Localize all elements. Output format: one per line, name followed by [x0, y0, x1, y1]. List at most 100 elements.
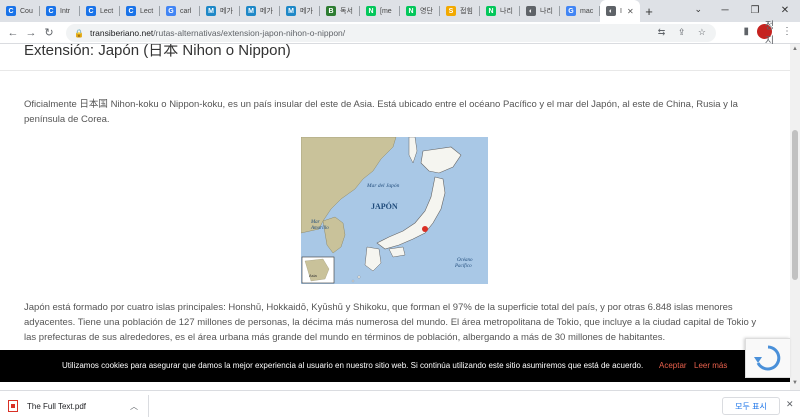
recaptcha-badge[interactable] [745, 338, 790, 378]
globe-icon: ◐ [606, 6, 616, 16]
megastudy-icon: M [206, 6, 216, 16]
inset-label: Asia [309, 273, 318, 278]
naver-icon: N [486, 6, 496, 16]
tab[interactable]: C Lect [80, 0, 120, 22]
downloads-bar: The Full Text.pdf ︿ 모두 표시 ✕ [0, 390, 800, 420]
pdf-file-icon [8, 400, 18, 412]
url-host: transiberiano.net [89, 28, 154, 38]
naver-icon: N [406, 6, 416, 16]
tab-label: Lect [140, 7, 154, 15]
download-file-name: The Full Text.pdf [27, 401, 86, 411]
c-icon: C [86, 6, 96, 16]
tab-label: Intr [60, 7, 71, 15]
tab-label: 독서 [340, 8, 353, 15]
tab[interactable]: B 독서 [320, 0, 360, 22]
tab[interactable]: ◐ 나리 [520, 0, 560, 22]
tab[interactable]: S 접힘 [440, 0, 480, 22]
s-icon: S [446, 6, 456, 16]
page-title: Extensión: Japón (日本 Nihon o Nippon) [24, 44, 291, 59]
google-icon: G [566, 6, 576, 16]
tab-strip: C Cou C Intr C Lect C Lect Gcarl M 메가 M 메가 M 메가 B 독서 N [me… [0, 0, 800, 22]
tab[interactable]: M 메가 [240, 0, 280, 22]
tab[interactable]: M 메가 [200, 0, 240, 22]
share-icon[interactable]: ⇪ [678, 27, 686, 37]
close-window-icon[interactable]: ✕ [770, 0, 800, 22]
lock-icon[interactable]: 🔒 [74, 29, 84, 38]
browser-toolbar: ← → ↻ 🔒 transiberiano.net/rutas-alternat… [0, 21, 800, 47]
tab[interactable]: N 영단 [400, 0, 440, 22]
divider [0, 70, 790, 71]
menu-icon[interactable]: ⋮ [782, 26, 792, 37]
map-label-amarillo-1: Mar [310, 220, 320, 225]
scrollbar-thumb[interactable] [792, 130, 798, 280]
tab[interactable]: Gmac [560, 0, 600, 22]
c-icon: C [126, 6, 136, 16]
profile-avatar[interactable]: 정지 [757, 21, 774, 47]
tab-label: carl [180, 7, 192, 15]
japan-map-image: Asia Mar del Japón JAPÓN Mar Amarillo Oc… [301, 137, 488, 284]
minimize-icon[interactable]: ─ [710, 0, 740, 22]
tab-label: 접힘 [460, 8, 473, 15]
cookie-message: Utilizamos cookies para asegurar que dam… [62, 361, 644, 370]
map-label-sea: Mar del Japón [366, 183, 400, 189]
megastudy-icon: M [246, 6, 256, 16]
intro-paragraph: Oficialmente 日本国 Nihon-koku o Nippon-kok… [24, 99, 738, 125]
toolbar-right: ▮ 정지 ⋮ [733, 21, 792, 47]
show-all-button[interactable]: 모두 표시 [722, 397, 780, 415]
scroll-up-icon[interactable]: ▲ [790, 46, 800, 52]
download-item[interactable]: The Full Text.pdf [8, 396, 148, 416]
page-scrollbar[interactable]: ▲ ▼ [790, 44, 800, 390]
tab[interactable]: C Intr [40, 0, 80, 22]
reload-icon[interactable]: ↻ [40, 26, 58, 39]
tab-search-icon[interactable]: ⌄ [694, 4, 702, 15]
page-content: Extensión: Japón (日本 Nihon o Nippon) Ofi… [0, 44, 790, 350]
bookmark-star-icon[interactable]: ☆ [698, 27, 706, 37]
forward-icon[interactable]: → [22, 27, 40, 39]
divider [148, 395, 149, 417]
scroll-down-icon[interactable]: ▼ [790, 380, 800, 386]
tab-label: Lect [100, 7, 114, 15]
back-icon[interactable]: ← [4, 27, 22, 39]
tab-label: 영단 [420, 8, 433, 15]
accept-cookies-link[interactable]: Aceptar [659, 361, 687, 370]
c-icon: C [6, 6, 16, 16]
tab[interactable]: Gcarl [160, 0, 200, 22]
close-tab-icon[interactable]: ✕ [627, 7, 634, 16]
google-icon: G [166, 6, 176, 16]
profile-label: 정지 [764, 20, 775, 47]
tab-label: Cou [20, 7, 33, 15]
tab[interactable]: C Cou [0, 0, 40, 22]
c-icon: C [46, 6, 56, 16]
map-label-ocean-1: Océano [457, 258, 473, 263]
tab-label: 나리 [500, 8, 513, 15]
tab-label: 메가 [300, 8, 313, 15]
new-tab-button[interactable]: + [640, 4, 658, 19]
map-label-country: JAPÓN [371, 201, 398, 211]
tab[interactable]: N [me [360, 0, 400, 22]
url-path: /rutas-alternativas/extension-japon-niho… [153, 28, 346, 38]
tab-label: 나리 [540, 8, 553, 15]
tab[interactable]: N 나리 [480, 0, 520, 22]
translate-icon[interactable]: ⇆ [658, 27, 666, 37]
tab[interactable]: M 메가 [280, 0, 320, 22]
islands-paragraph: Japón está formado por cuatro islas prin… [24, 302, 757, 343]
globe-icon: ◐ [526, 6, 536, 16]
close-downloads-icon[interactable]: ✕ [786, 399, 794, 410]
megastudy-icon: M [286, 6, 296, 16]
book-icon: B [326, 6, 336, 16]
address-bar[interactable]: 🔒 transiberiano.net/rutas-alternativas/e… [66, 24, 716, 42]
tab-label: 메가 [260, 8, 273, 15]
chevron-up-icon[interactable]: ︿ [130, 401, 138, 412]
cookie-banner: Utilizamos cookies para asegurar que dam… [0, 350, 790, 382]
map-label-ocean-2: Pacífico [454, 264, 472, 269]
tab[interactable]: C Lect [120, 0, 160, 22]
tab-label: mac [580, 7, 594, 15]
tab-label: I [620, 7, 622, 15]
naver-icon: N [366, 6, 376, 16]
window-controls: ─ ❐ ✕ [710, 0, 800, 22]
side-panel-icon[interactable]: ▮ [743, 26, 749, 37]
tab-label: 메가 [220, 8, 233, 15]
tab-active[interactable]: ◐ I ✕ [600, 0, 640, 22]
read-more-link[interactable]: Leer más [694, 361, 727, 370]
tab-label: [me [380, 7, 392, 15]
